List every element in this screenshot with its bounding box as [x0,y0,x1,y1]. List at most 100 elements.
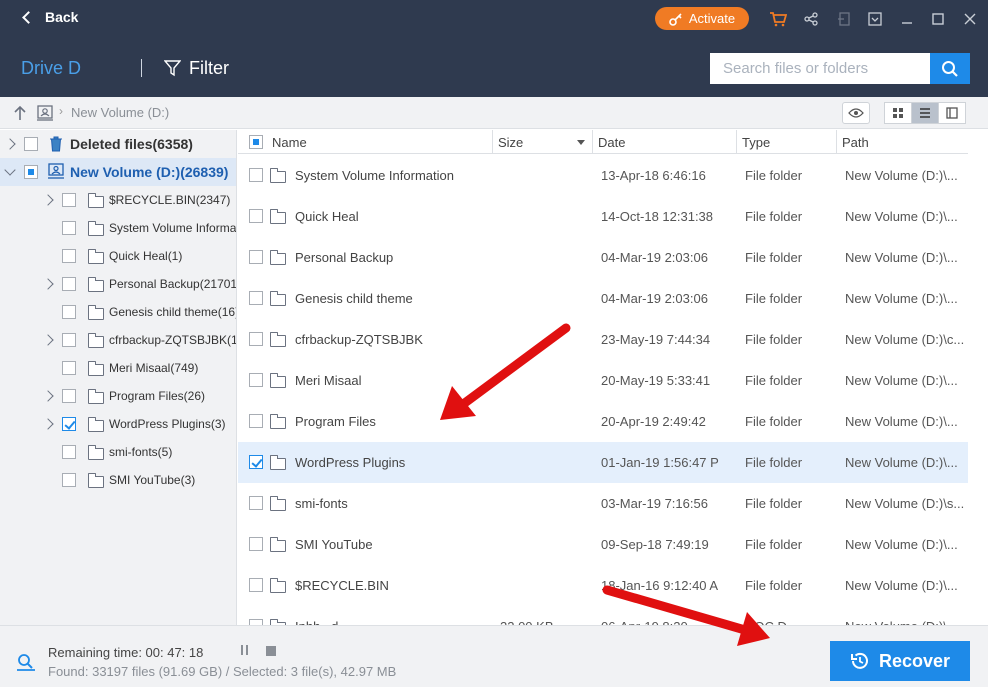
table-row[interactable]: $RECYCLE.BIN 18-Jan-16 9:12:40 A File fold… [238,565,968,606]
select-all-checkbox[interactable] [249,135,263,149]
folder-icon [269,209,286,224]
tree-item[interactable]: $RECYCLE.BIN(2347) [0,186,236,214]
tree-item[interactable]: WordPress Plugins(3) [0,410,236,438]
column-header-date[interactable]: Date [593,130,737,154]
row-checkbox[interactable] [249,332,263,346]
table-row[interactable]: Program Files 20-Apr-19 2:49:42 File folde… [238,401,968,442]
table-row[interactable]: cfrbackup-ZQTSBJBK 23-May-19 7:44:34 File … [238,319,968,360]
checkbox[interactable] [62,445,76,459]
tree-item[interactable]: Program Files(26) [0,382,236,410]
share-icon[interactable] [801,9,821,29]
chevron-right-icon[interactable] [42,418,54,430]
row-checkbox[interactable] [249,209,263,223]
file-date: 20-May-19 5:33:41 [601,373,711,388]
tree-item[interactable]: Personal Backup(21701) [0,270,236,298]
chevron-right-icon[interactable] [42,390,54,402]
column-header-path[interactable]: Path [837,130,968,154]
checkbox[interactable] [24,165,38,179]
tree-item[interactable]: Quick Heal(1) [0,242,236,270]
key-icon [669,12,682,26]
exit-icon[interactable] [834,9,854,29]
tree-item[interactable]: SMI YouTube(3) [0,466,236,494]
checkbox[interactable] [62,249,76,263]
row-checkbox[interactable] [249,496,263,510]
chevron-right-icon[interactable] [42,278,54,290]
filter-button[interactable]: Filter [164,58,229,79]
eye-icon [848,108,864,118]
table-row[interactable]: Quick Heal 14-Oct-18 12:31:38 File folder N… [238,196,968,237]
recover-button[interactable]: Recover [830,641,970,681]
tree-item-deleted-files[interactable]: Deleted files(6358) [0,130,236,158]
cart-icon[interactable] [768,9,788,29]
column-header-size[interactable]: Size [493,130,593,154]
pause-button[interactable] [241,645,248,655]
search-input[interactable] [710,53,930,84]
row-checkbox[interactable] [249,168,263,182]
tree-item[interactable]: Meri Misaal(749) [0,354,236,382]
row-checkbox[interactable] [249,250,263,264]
folder-icon [87,361,104,376]
tree-item-new-volume[interactable]: New Volume (D:)(26839) [0,158,236,186]
list-view-button[interactable] [911,102,939,124]
tree-label: New Volume (D:)(26839) [70,164,229,180]
detail-view-button[interactable] [938,102,966,124]
file-date: 18-Jan-16 9:12:40 A [601,578,719,593]
maximize-icon[interactable] [928,9,948,29]
table-row[interactable]: Personal Backup 04-Mar-19 2:03:06 File fol… [238,237,968,278]
table-row[interactable]: smi-fonts 03-Mar-19 7:16:56 File folder New… [238,483,968,524]
chevron-right-icon[interactable] [42,194,54,206]
tree-item[interactable]: smi-fonts(5) [0,438,236,466]
chevron-right-icon[interactable] [4,138,16,150]
chevron-right-icon[interactable] [42,334,54,346]
up-arrow-icon[interactable] [12,105,28,121]
row-checkbox[interactable] [249,414,263,428]
checkbox[interactable] [62,473,76,487]
row-checkbox[interactable] [249,578,263,592]
checkbox[interactable] [62,221,76,235]
file-path: New Volume (D:)\s... [845,496,965,511]
sort-down-icon [577,140,585,145]
tree-label: Meri Misaal(749) [109,361,199,375]
file-name: WordPress Plugins [295,455,406,470]
checkbox[interactable] [62,277,76,291]
table-row[interactable]: Genesis child theme 04-Mar-19 2:03:06 File… [238,278,968,319]
breadcrumb-path[interactable]: New Volume (D:) [71,105,169,120]
chevron-down-icon[interactable] [4,164,16,176]
status-footer: Remaining time: 00: 47: 18 Found: 33197 … [0,625,988,687]
table-row[interactable]: WordPress Plugins 01-Jan-19 1:56:47 P File… [238,442,968,483]
row-checkbox[interactable] [249,291,263,305]
table-row[interactable]: Meri Misaal 20-May-19 5:33:41 File folder N… [238,360,968,401]
title-bar: Back Activate [0,0,988,39]
checkbox[interactable] [62,193,76,207]
minimize-icon[interactable] [897,9,917,29]
tree-item[interactable]: Genesis child theme(16) [0,298,236,326]
checkbox[interactable] [62,361,76,375]
checkbox[interactable] [62,305,76,319]
grid-view-button[interactable] [884,102,912,124]
table-header: Name Size Date Type Path [238,130,968,154]
search-button[interactable] [930,53,970,84]
activate-button[interactable]: Activate [655,7,749,30]
tree-item[interactable]: cfrbackup-ZQTSBJBK(19 [0,326,236,354]
checkbox[interactable] [62,333,76,347]
table-row[interactable]: System Volume Information 13-Apr-18 6:46:… [238,155,968,196]
folder-icon [269,578,286,593]
menu-dropdown-icon[interactable] [865,9,885,29]
file-type: File folder [745,373,803,388]
stop-button[interactable] [266,646,276,656]
column-header-name[interactable]: Name [238,130,493,154]
table-row[interactable]: SMI YouTube 09-Sep-18 7:49:19 File folder N… [238,524,968,565]
row-checkbox[interactable] [249,455,263,469]
back-button[interactable]: Back [22,9,78,25]
preview-button[interactable] [842,102,870,124]
table-row[interactable]: Inhh...d22.00 KB06-Apr-19 8:20DOC D...Ne… [238,606,968,625]
checkbox[interactable] [62,417,76,431]
checkbox[interactable] [24,137,38,151]
close-icon[interactable] [960,9,980,29]
checkbox[interactable] [62,389,76,403]
column-header-type[interactable]: Type [737,130,837,154]
scrollbar[interactable] [968,130,988,625]
row-checkbox[interactable] [249,373,263,387]
row-checkbox[interactable] [249,537,263,551]
tree-item[interactable]: System Volume Information [0,214,236,242]
